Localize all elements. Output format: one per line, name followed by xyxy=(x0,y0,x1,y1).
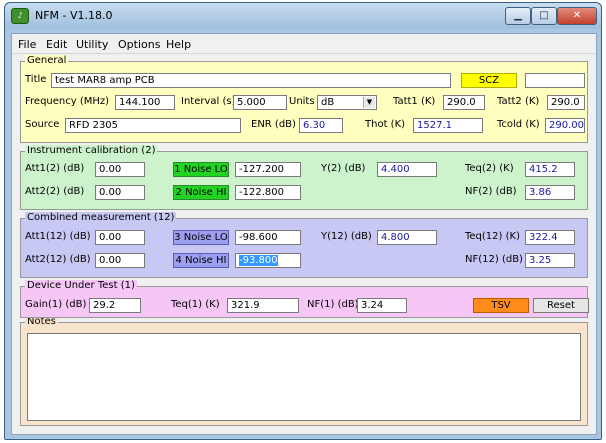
tatt1-input[interactable]: 290.0 xyxy=(443,95,485,110)
noise-lo-1-button[interactable]: 1 Noise LO xyxy=(173,162,229,177)
instrument-calibration-panel: Instrument calibration (2) Att1(2) (dB) … xyxy=(20,145,588,210)
teq2-value: 415.2 xyxy=(525,162,575,177)
teq1-label: Teq(1) (K) xyxy=(171,299,220,310)
nf12-value: 3.25 xyxy=(525,253,575,268)
minimize-icon: ▁ xyxy=(514,10,522,21)
interval-input[interactable]: 5.000 xyxy=(233,95,287,110)
nf2-value: 3.86 xyxy=(525,185,575,200)
att2-12-label: Att2(12) (dB) xyxy=(25,254,91,265)
frequency-input[interactable]: 144.100 xyxy=(115,95,175,110)
nf2-label: NF(2) (dB) xyxy=(465,186,517,197)
nfm-app-icon: ♪ xyxy=(11,8,29,24)
noise-hi-4-selected-text: -93.800 xyxy=(239,255,278,266)
maximize-button[interactable]: □ xyxy=(531,7,557,25)
source-label: Source xyxy=(25,119,60,130)
units-select[interactable]: dB ▼ xyxy=(317,95,377,110)
scz-button[interactable]: SCZ xyxy=(461,73,517,88)
menu-edit[interactable]: Edit xyxy=(46,38,67,51)
enr-label: ENR (dB) xyxy=(251,119,296,130)
chevron-down-icon[interactable]: ▼ xyxy=(363,97,375,108)
teq12-label: Teq(12) (K) xyxy=(465,231,520,242)
teq12-value: 322.4 xyxy=(525,230,575,245)
teq2-label: Teq(2) (K) xyxy=(465,163,514,174)
y2-label: Y(2) (dB) xyxy=(321,163,366,174)
noise-lo-3-value[interactable]: -98.600 xyxy=(235,230,301,245)
nf12-label: NF(12) (dB) xyxy=(465,254,523,265)
extra-input[interactable] xyxy=(525,73,585,88)
interval-label: Interval (s) xyxy=(181,96,236,107)
menu-help[interactable]: Help xyxy=(166,38,191,51)
tatt2-label: Tatt2 (K) xyxy=(497,96,540,107)
y2-value: 4.400 xyxy=(377,162,437,177)
client-area: File Edit Utility Options Help General T… xyxy=(11,33,597,435)
noise-lo-3-button[interactable]: 3 Noise LO xyxy=(173,230,229,245)
thot-input[interactable]: 1527.1 xyxy=(413,118,483,133)
combined-legend: Combined measurement (12) xyxy=(25,212,177,223)
maximize-icon: □ xyxy=(539,10,549,21)
combined-measurement-panel: Combined measurement (12) Att1(12) (dB) … xyxy=(20,212,588,278)
close-icon: ✕ xyxy=(572,10,582,21)
window-title: NFM - V1.18.0 xyxy=(35,9,113,22)
title-bar[interactable]: ♪ NFM - V1.18.0 ▁ □ ✕ xyxy=(5,3,601,29)
notes-panel: Notes xyxy=(20,316,588,426)
menu-bar: File Edit Utility Options Help xyxy=(12,34,596,54)
att2-2-label: Att2(2) (dB) xyxy=(25,186,85,197)
enr-input[interactable]: 6.30 xyxy=(299,118,343,133)
y12-value: 4.800 xyxy=(377,230,437,245)
att1-2-input[interactable]: 0.00 xyxy=(95,162,145,177)
minimize-button[interactable]: ▁ xyxy=(505,7,531,25)
att1-12-input[interactable]: 0.00 xyxy=(95,230,145,245)
close-button[interactable]: ✕ xyxy=(557,7,597,25)
tcold-label: Tcold (K) xyxy=(497,119,540,130)
notes-textarea[interactable] xyxy=(27,333,581,421)
noise-hi-4-button[interactable]: 4 Noise HI xyxy=(173,253,229,268)
tsv-button[interactable]: TSV xyxy=(473,298,529,313)
att2-2-input[interactable]: 0.00 xyxy=(95,185,145,200)
units-label: Units xyxy=(289,96,315,107)
att1-2-label: Att1(2) (dB) xyxy=(25,163,85,174)
nf1-value: 3.24 xyxy=(357,298,407,313)
teq1-value: 321.9 xyxy=(227,298,299,313)
frequency-label: Frequency (MHz) xyxy=(25,96,110,107)
thot-label: Thot (K) xyxy=(365,119,406,130)
menu-file[interactable]: File xyxy=(18,38,36,51)
tatt2-input[interactable]: 290.0 xyxy=(547,95,585,110)
noise-hi-2-button[interactable]: 2 Noise HI xyxy=(173,185,229,200)
title-input[interactable]: test MAR8 amp PCB xyxy=(51,73,451,88)
att2-12-input[interactable]: 0.00 xyxy=(95,253,145,268)
att1-12-label: Att1(12) (dB) xyxy=(25,231,91,242)
menu-options[interactable]: Options xyxy=(118,38,160,51)
nf1-label: NF(1) (dB) xyxy=(307,299,359,310)
y12-label: Y(12) (dB) xyxy=(321,231,372,242)
units-value: dB xyxy=(321,97,335,108)
menu-utility[interactable]: Utility xyxy=(76,38,108,51)
title-label: Title xyxy=(25,74,47,85)
source-input[interactable]: RFD 2305 xyxy=(65,118,241,133)
reset-button[interactable]: Reset xyxy=(533,298,589,313)
dut-legend: Device Under Test (1) xyxy=(25,280,137,291)
app-window: ♪ NFM - V1.18.0 ▁ □ ✕ File Edit Utility … xyxy=(4,2,602,440)
instrument-legend: Instrument calibration (2) xyxy=(25,145,158,156)
gain1-value: 29.2 xyxy=(89,298,141,313)
general-panel: General Title test MAR8 amp PCB SCZ Freq… xyxy=(20,55,588,143)
noise-hi-4-value[interactable]: -93.800 xyxy=(235,253,301,268)
tcold-input[interactable]: 290.00 xyxy=(545,118,585,133)
general-legend: General xyxy=(25,55,69,66)
noise-hi-2-value[interactable]: -122.800 xyxy=(235,185,301,200)
device-under-test-panel: Device Under Test (1) Gain(1) (dB) 29.2 … xyxy=(20,280,589,318)
noise-lo-1-value[interactable]: -127.200 xyxy=(235,162,301,177)
gain1-label: Gain(1) (dB) xyxy=(25,299,87,310)
tatt1-label: Tatt1 (K) xyxy=(393,96,436,107)
